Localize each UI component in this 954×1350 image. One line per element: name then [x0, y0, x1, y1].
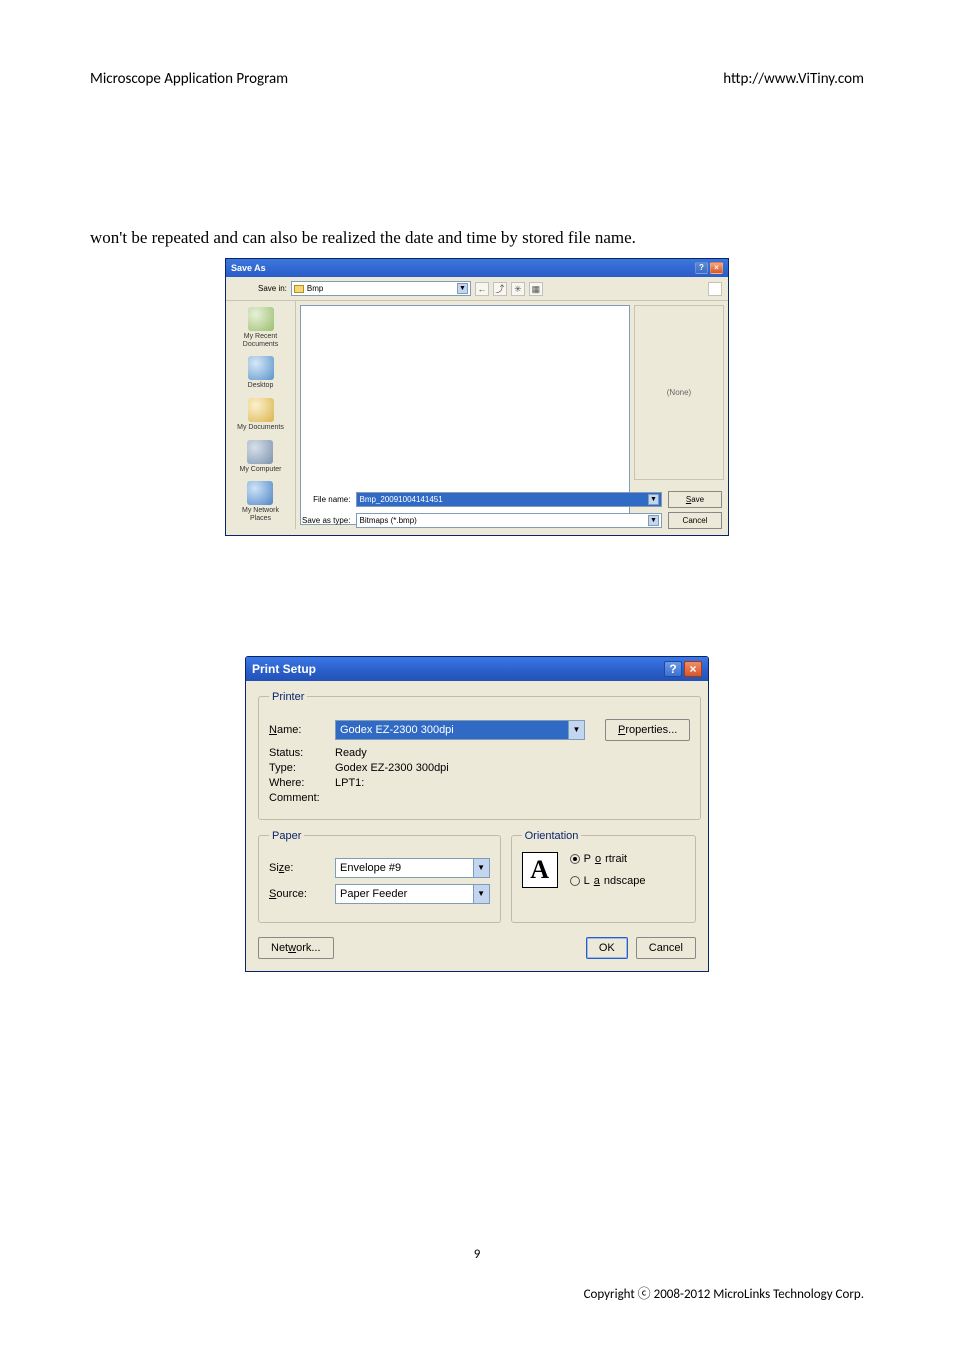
- place-mycomp[interactable]: My Computer: [239, 440, 281, 474]
- status-label: Status:: [269, 747, 325, 759]
- savein-combo[interactable]: Bmp ▼: [291, 281, 471, 296]
- place-mydocs[interactable]: My Documents: [237, 398, 284, 432]
- chevron-down-icon[interactable]: ▼: [648, 515, 659, 526]
- cancel-button[interactable]: Cancel: [668, 512, 722, 529]
- save-as-dialog: Save As ? × Save in: Bmp ▼ ← ⤴ ✳ ▦: [225, 258, 729, 536]
- paper-source-combo[interactable]: Paper Feeder ▼: [335, 884, 490, 904]
- status-value: Ready: [335, 747, 367, 759]
- print-setup-dialog: Print Setup ? × Printer Name: Godex EZ-2…: [245, 656, 709, 972]
- picture-preview-icon[interactable]: [708, 282, 722, 296]
- desktop-icon: [248, 356, 274, 380]
- orientation-fieldset: Orientation A Portrait Landscape: [511, 830, 696, 923]
- network-button[interactable]: Network...: [258, 937, 334, 959]
- header-right: http://www.ViTiny.com: [723, 70, 864, 88]
- recent-docs-icon: [248, 307, 274, 331]
- body-text: won't be repeated and can also be realiz…: [90, 228, 864, 248]
- my-documents-icon: [248, 398, 274, 422]
- savein-label: Save in:: [258, 284, 287, 293]
- page-number: 9: [0, 1247, 954, 1262]
- chevron-down-icon[interactable]: ▼: [648, 494, 659, 505]
- folder-icon: [294, 285, 304, 293]
- help-icon[interactable]: ?: [664, 661, 682, 677]
- savein-value: Bmp: [307, 284, 323, 293]
- ok-button[interactable]: OK: [586, 937, 628, 959]
- cancel-button[interactable]: Cancel: [636, 937, 696, 959]
- where-value: LPT1:: [335, 777, 364, 789]
- preview-pane: (None): [634, 305, 724, 480]
- copyright: Copyright ⓒ 2008-2012 MicroLinks Technol…: [584, 1283, 864, 1302]
- back-icon[interactable]: ←: [475, 282, 489, 296]
- printer-fieldset: Printer Name: Godex EZ-2300 300dpi ▼ Pro…: [258, 691, 701, 820]
- help-icon[interactable]: ?: [695, 262, 708, 274]
- my-computer-icon: [247, 440, 273, 464]
- portrait-radio[interactable]: Portrait: [570, 853, 646, 865]
- saveastype-combo[interactable]: Bitmaps (*.bmp) ▼: [356, 513, 662, 528]
- source-label: Source:: [269, 888, 325, 900]
- printsetup-titlebar: Print Setup ? ×: [246, 657, 708, 681]
- place-recent[interactable]: My Recent Documents: [243, 307, 278, 348]
- close-icon[interactable]: ×: [684, 661, 702, 677]
- paper-fieldset: Paper Size: Envelope #9 ▼ Source: Paper …: [258, 830, 501, 923]
- comment-label: Comment:: [269, 792, 325, 804]
- orientation-legend: Orientation: [522, 830, 582, 842]
- place-desktop[interactable]: Desktop: [248, 356, 274, 390]
- printer-legend: Printer: [269, 691, 307, 703]
- size-label: Size:: [269, 862, 325, 874]
- type-label: Type:: [269, 762, 325, 774]
- close-icon[interactable]: ×: [710, 262, 723, 274]
- where-label: Where:: [269, 777, 325, 789]
- save-button[interactable]: Save: [668, 491, 722, 508]
- filename-input[interactable]: Bmp_20091004141451 ▼: [356, 492, 662, 507]
- paper-legend: Paper: [269, 830, 304, 842]
- filename-label: File name:: [302, 495, 350, 504]
- chevron-down-icon[interactable]: ▼: [473, 885, 489, 903]
- up-icon[interactable]: ⤴: [493, 282, 507, 296]
- printsetup-title: Print Setup: [252, 662, 316, 676]
- saveas-title: Save As: [231, 263, 266, 273]
- chevron-down-icon[interactable]: ▼: [568, 721, 584, 739]
- radio-on-icon: [570, 854, 580, 864]
- new-folder-icon[interactable]: ✳: [511, 282, 525, 296]
- chevron-down-icon[interactable]: ▼: [457, 283, 468, 294]
- views-icon[interactable]: ▦: [529, 282, 543, 296]
- printer-name-combo[interactable]: Godex EZ-2300 300dpi ▼: [335, 720, 585, 740]
- saveas-titlebar: Save As ? ×: [226, 259, 728, 277]
- saveastype-label: Save as type:: [302, 516, 350, 525]
- type-value: Godex EZ-2300 300dpi: [335, 762, 449, 774]
- landscape-radio[interactable]: Landscape: [570, 875, 646, 887]
- properties-button[interactable]: Properties...: [605, 719, 690, 741]
- chevron-down-icon[interactable]: ▼: [473, 859, 489, 877]
- paper-size-combo[interactable]: Envelope #9 ▼: [335, 858, 490, 878]
- name-label: Name:: [269, 724, 325, 736]
- radio-off-icon: [570, 876, 580, 886]
- orientation-preview-icon: A: [522, 852, 558, 888]
- header-left: Microscope Application Program: [90, 70, 288, 88]
